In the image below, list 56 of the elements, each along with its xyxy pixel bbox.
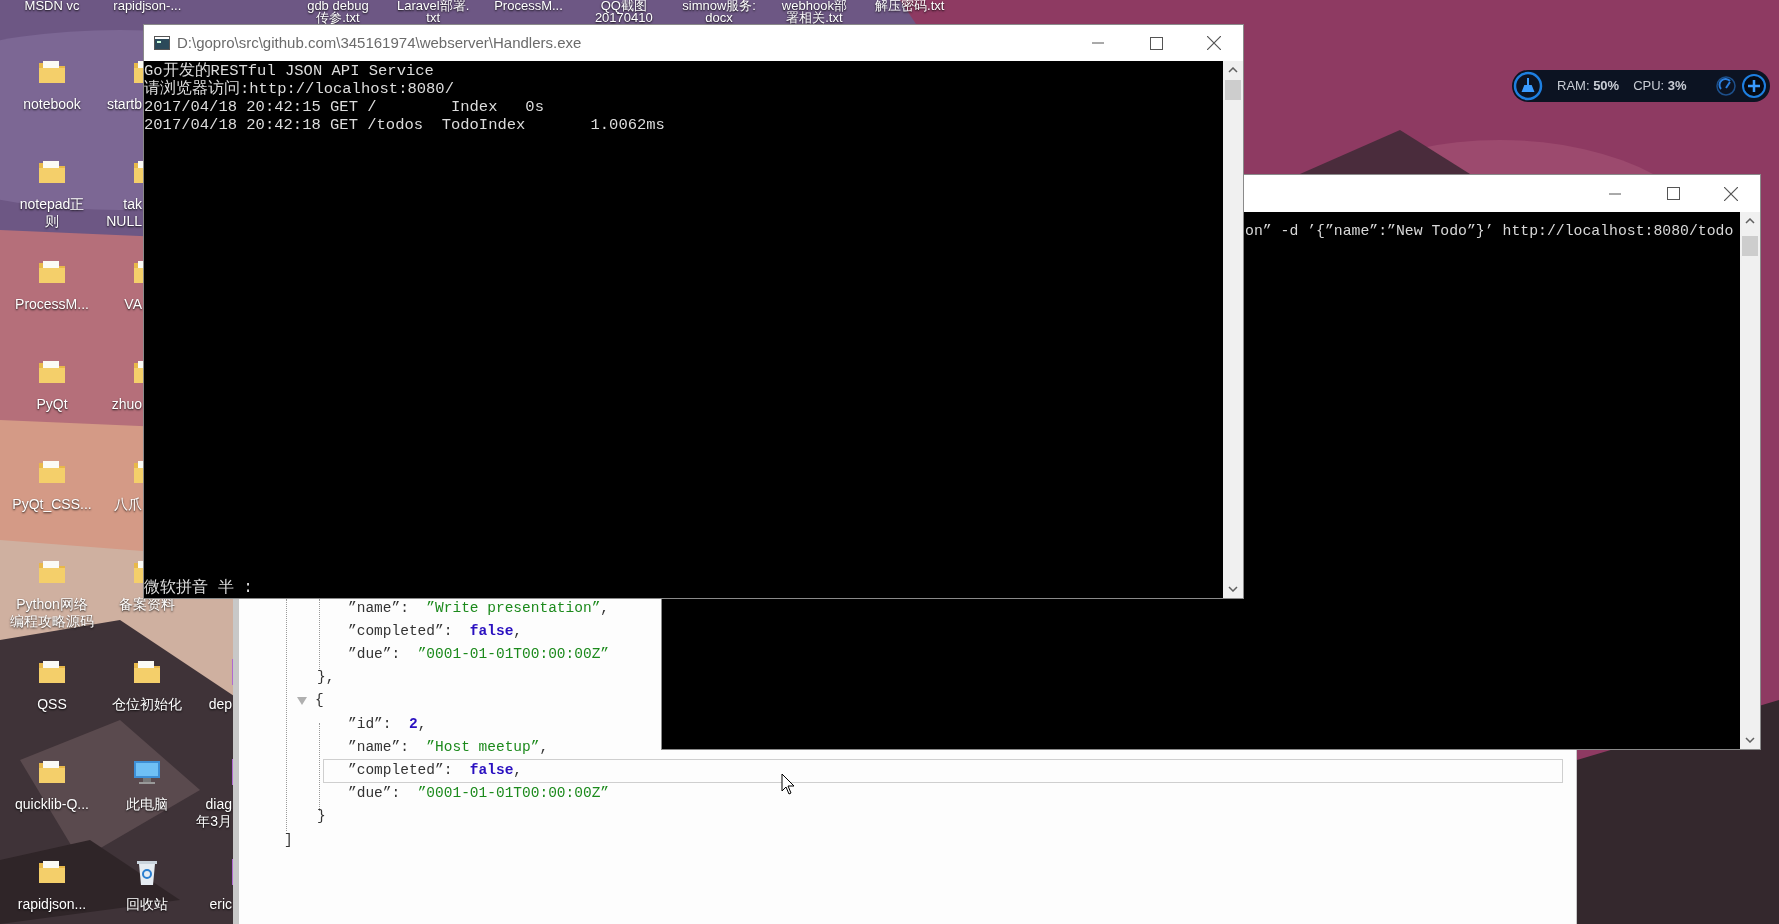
icon-label[interactable]: ProcessM... [6,296,98,313]
icon-label[interactable]: diag 年3月 [196,796,232,830]
cpu-usage: CPU: 3% [1633,77,1687,96]
console-line: Go开发的RESTful JSON API Service [144,62,435,80]
maximize-icon [1666,187,1680,200]
icon-label[interactable]: 回收站 [101,896,194,913]
console-line: 2017/04/18 20:42:18 GET /todos TodoIndex 1.0062ms [144,116,666,134]
icon-label[interactable]: VA [124,296,142,313]
close-icon [1724,186,1738,201]
icon-label[interactable]: dep [208,696,232,713]
scroll-down-icon[interactable] [1745,737,1755,743]
json-line: ”due”: ”0001-01-01T00:00:00Z” [348,784,610,804]
scrollbar-thumb[interactable] [1742,236,1758,256]
icon-label[interactable]: startb [107,96,142,113]
mouse-cursor-icon [781,773,795,795]
json-line: ] [284,830,293,850]
icon-label[interactable]: eric [209,896,232,913]
window-title: D:\gopro\src\github.com\345161974\webserver\Handlers.exe [177,32,582,53]
icon-label[interactable]: quicklib-Q... [6,796,98,813]
json-line: ”completed”: false, [348,761,523,781]
icon-label[interactable]: notebook [6,96,98,113]
ram-usage: RAM: 50% [1557,77,1620,96]
plus-icon[interactable] [1742,74,1766,98]
console-line: 请浏览器访问:http://localhost:8080/ [144,80,455,98]
maximize-icon [1149,36,1163,50]
scroll-up-icon[interactable] [1745,218,1755,224]
json-line: ”completed”: false, [348,621,523,641]
scroll-down-icon[interactable] [1228,586,1238,592]
icon-label[interactable]: rapidjson... [6,896,98,913]
scrollbar[interactable] [1740,212,1760,749]
scrollbar[interactable] [1223,61,1243,598]
json-line: } [317,807,326,827]
console-line: 2017/04/18 20:42:15 GET / Index 0s [144,98,545,116]
gauge-icon[interactable] [1716,76,1736,96]
expand-toggle-icon[interactable] [297,696,307,707]
json-line: ”due”: ”0001-01-01T00:00:00Z” [348,645,610,665]
console-line: on” -d ’{”name”:”New Todo”}’ http://localhost:8080/todo [1245,222,1735,240]
icon-label[interactable]: QSS [6,696,98,713]
icon-label[interactable]: 此电脑 [101,796,194,813]
icon-label[interactable]: 仓位初始化 [101,696,194,713]
json-line: { [315,691,324,711]
icon-label[interactable]: PyQt [6,396,98,413]
ime-status: 微软拼音 半 : [144,579,253,597]
scroll-up-icon[interactable] [1228,67,1238,73]
scrollbar-thumb[interactable] [1225,80,1241,100]
json-line: ”name”: ”Write presentation”, [348,598,610,618]
console-app-icon [154,36,170,50]
broom-icon[interactable] [1513,71,1543,101]
json-line: ”name”: ”Host meetup”, [348,737,549,757]
close-icon [1207,36,1221,50]
icon-label[interactable]: zhuo [111,396,142,413]
icon-label[interactable]: tak NULL [106,196,142,230]
icon-label[interactable]: notepad正 则 [6,196,98,230]
json-line: ”id”: 2, [348,714,427,734]
icon-label[interactable]: gdb debug 传参.txt [287,0,388,24]
json-line: }, [317,668,335,688]
